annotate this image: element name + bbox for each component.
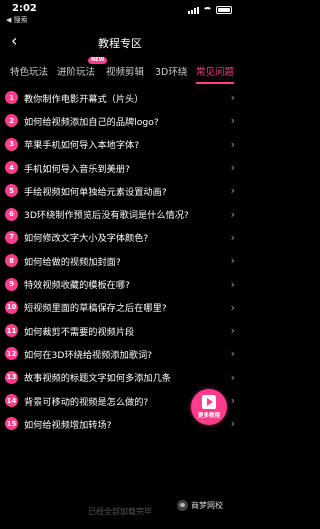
chevron-right-icon: › xyxy=(230,161,235,175)
item-title: 如何裁剪不需要的视频片段 xyxy=(24,326,135,338)
item-number-badge: 15 xyxy=(5,417,18,431)
chevron-right-icon: › xyxy=(230,137,235,151)
item-title: 如何给视频增加转场? xyxy=(24,419,112,431)
item-title: 手机如何导入音乐到美册? xyxy=(24,163,130,175)
item-title: 如何给做的视频加封面? xyxy=(24,256,121,268)
nav-bar: ‹ 教程专区 xyxy=(0,27,240,57)
item-number-badge: 10 xyxy=(5,300,18,314)
list-item[interactable]: 5 手绘视频如何单独给元素设置动画? › xyxy=(0,179,240,202)
list-item[interactable]: 13 故事视频的标题文字如何多添加几条 › xyxy=(0,366,240,389)
chevron-right-icon: › xyxy=(230,254,235,268)
list-item[interactable]: 8 如何给做的视频加封面? › xyxy=(0,249,240,272)
wechat-logo-icon xyxy=(177,500,188,511)
status-time: 2:02 xyxy=(12,3,37,14)
item-number-badge: 1 xyxy=(5,91,18,105)
list-item[interactable]: 10 短视频里面的草稿保存之后在哪里? › xyxy=(0,296,240,319)
list-item[interactable]: 2 如何给视频添加自己的品牌logo? › xyxy=(0,109,240,132)
new-badge: NEW xyxy=(88,57,108,64)
list-item[interactable]: 12 如何在3D环绕给视频添加歌词? › xyxy=(0,342,240,365)
faq-list: 1 教你制作电影开幕式（片头） › 2 如何给视频添加自己的品牌logo? › 3 苹果手… xyxy=(0,86,240,435)
back-to-search-link[interactable]: ◀ 搜索 xyxy=(6,15,28,25)
status-bar: 2:02 ◀ 搜索 xyxy=(0,0,240,26)
item-title: 如何给视频添加自己的品牌logo? xyxy=(24,116,159,128)
list-item[interactable]: 9 特效视频收藏的模板在哪? › xyxy=(0,272,240,295)
item-title: 特效视频收藏的模板在哪? xyxy=(24,280,130,292)
item-title: 短视频里面的草稿保存之后在哪里? xyxy=(24,303,167,315)
item-number-badge: 9 xyxy=(5,277,18,291)
tab-faq[interactable]: 常见问题 xyxy=(196,64,235,84)
chevron-right-icon: › xyxy=(230,230,235,244)
chevron-right-icon: › xyxy=(230,324,235,338)
chevron-right-icon: › xyxy=(230,300,235,314)
watermark-text: 商梦网校 xyxy=(191,501,223,510)
item-number-badge: 8 xyxy=(5,254,18,268)
list-item[interactable]: 3 苹果手机如何导入本地字体? › xyxy=(0,133,240,156)
chevron-right-icon: › xyxy=(230,277,235,291)
tab-faq-label: 常见问题 xyxy=(196,67,235,78)
chevron-right-icon: › xyxy=(230,91,235,105)
item-title: 故事视频的标题文字如何多添加几条 xyxy=(24,373,171,385)
item-number-badge: 11 xyxy=(5,324,18,338)
item-number-badge: 14 xyxy=(5,394,18,407)
more-tutorials-button[interactable]: 更多教程 xyxy=(191,389,227,425)
item-number-badge: 12 xyxy=(5,347,18,361)
chevron-right-icon: › xyxy=(230,207,235,221)
chevron-right-icon: › xyxy=(230,370,235,384)
tab-featured[interactable]: 特色玩法 xyxy=(10,64,48,78)
item-title: 手绘视频如何单独给元素设置动画? xyxy=(24,186,167,198)
tab-advanced-label: 进阶玩法 xyxy=(57,67,96,78)
battery-icon xyxy=(216,6,232,14)
page-title: 教程专区 xyxy=(98,37,142,50)
item-number-badge: 13 xyxy=(5,370,18,384)
item-title: 背景可移动的视频是怎么做的? xyxy=(24,396,149,408)
list-item[interactable]: 7 如何修改文字大小及字体颜色? › xyxy=(0,226,240,249)
chevron-right-icon: › xyxy=(230,114,235,128)
play-icon xyxy=(202,395,216,409)
list-item[interactable]: 6 3D环绕制作预览后没有歌词是什么情况? › xyxy=(0,202,240,225)
item-number-badge: 5 xyxy=(5,184,18,198)
status-icons xyxy=(188,6,232,14)
list-item[interactable]: 4 手机如何导入音乐到美册? › xyxy=(0,156,240,179)
signal-icon xyxy=(188,6,199,14)
item-title: 教你制作电影开幕式（片头） xyxy=(24,93,144,105)
item-number-badge: 2 xyxy=(5,114,18,128)
tab-bar: 特色玩法 进阶玩法 NEW 视频剪辑 3D环绕 常见问题 xyxy=(0,57,240,84)
list-item[interactable]: 1 教你制作电影开幕式（片头） › xyxy=(0,86,240,109)
item-title: 如何在3D环绕给视频添加歌词? xyxy=(24,349,153,361)
item-title: 3D环绕制作预览后没有歌词是什么情况? xyxy=(24,210,189,222)
watermark: 商梦网校 xyxy=(177,500,223,511)
tab-video-editing[interactable]: 视频剪辑 xyxy=(106,64,144,78)
item-title: 如何修改文字大小及字体颜色? xyxy=(24,233,149,245)
wifi-icon xyxy=(203,6,212,14)
tab-3d-surround[interactable]: 3D环绕 xyxy=(155,64,187,78)
item-number-badge: 4 xyxy=(5,161,18,175)
list-item[interactable]: 11 如何裁剪不需要的视频片段 › xyxy=(0,319,240,342)
chevron-right-icon: › xyxy=(230,184,235,198)
chevron-right-icon: › xyxy=(230,347,235,361)
more-tutorials-label: 更多教程 xyxy=(197,413,220,419)
chevron-right-icon: › xyxy=(230,417,235,431)
chevron-right-icon: › xyxy=(230,394,235,407)
tab-advanced[interactable]: 进阶玩法 xyxy=(57,64,95,78)
item-number-badge: 6 xyxy=(5,207,18,221)
item-title: 苹果手机如何导入本地字体? xyxy=(24,140,140,152)
item-number-badge: 3 xyxy=(5,137,18,151)
active-tab-indicator xyxy=(196,82,235,84)
item-number-badge: 7 xyxy=(5,230,18,244)
